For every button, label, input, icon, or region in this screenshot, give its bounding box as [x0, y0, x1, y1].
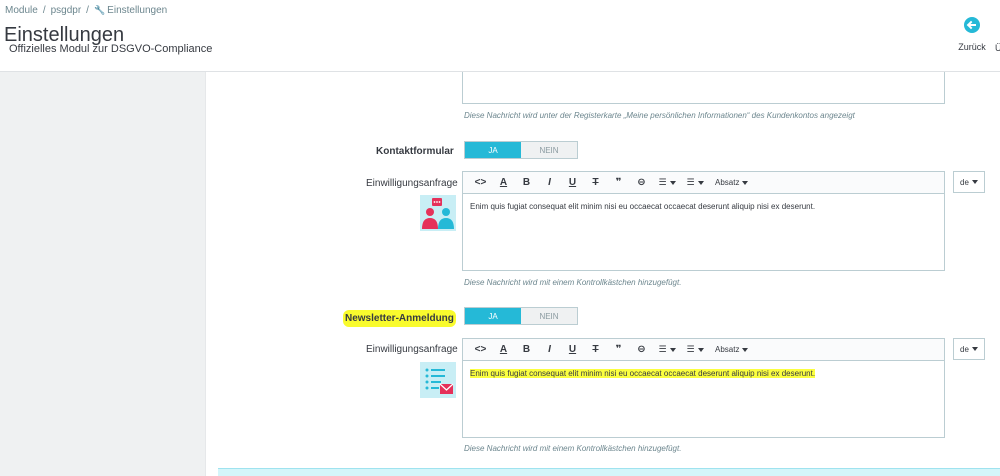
- ordered-list-icon: ☰: [686, 177, 695, 187]
- contact-editor[interactable]: <> A B I U T ❞ ⊖ ☰ ☰ Absatz Enim quis fu…: [462, 171, 945, 271]
- paragraph-format-dropdown[interactable]: Absatz: [715, 178, 749, 187]
- newsletter-language-dropdown[interactable]: de: [953, 338, 985, 360]
- newsletter-editor[interactable]: <> A B I U T ❞ ⊖ ☰ ☰ Absatz Enim quis fu…: [462, 338, 945, 438]
- arrow-left-circle-icon: [964, 17, 980, 33]
- breadcrumb-module[interactable]: Module: [5, 5, 38, 16]
- contact-persons-icon: [420, 195, 456, 231]
- underline-button[interactable]: U: [561, 177, 584, 188]
- underline-button[interactable]: U: [561, 344, 584, 355]
- previous-help-text: Diese Nachricht wird unter der Registerk…: [464, 111, 855, 120]
- font-color-button[interactable]: A: [492, 344, 515, 355]
- strikethrough-button[interactable]: T: [584, 177, 607, 188]
- wrench-icon: 🔧: [93, 5, 106, 15]
- code-view-button[interactable]: <>: [469, 177, 492, 188]
- link-icon[interactable]: ⊖: [630, 177, 653, 188]
- contact-form-label: Kontaktformular: [376, 146, 454, 157]
- info-alert-bar: [218, 468, 1000, 476]
- link-icon[interactable]: ⊖: [630, 344, 653, 355]
- previous-textarea[interactable]: [462, 72, 945, 104]
- ordered-list-button[interactable]: ☰: [681, 177, 709, 188]
- back-button[interactable]: Zurück: [954, 17, 990, 52]
- newsletter-help-text: Diese Nachricht wird mit einem Kontrollk…: [464, 444, 682, 453]
- unordered-list-button[interactable]: ☰: [653, 344, 681, 355]
- newsletter-editor-toolbar: <> A B I U T ❞ ⊖ ☰ ☰ Absatz: [463, 339, 944, 361]
- contact-language-dropdown[interactable]: de: [953, 171, 985, 193]
- contact-consent-label: Einwilligungsanfrage: [366, 178, 458, 189]
- bold-button[interactable]: B: [515, 177, 538, 188]
- page-header: Module / psgdpr / 🔧 Einstellungen Einstellung…: [0, 0, 1000, 72]
- contact-editor-toolbar: <> A B I U T ❞ ⊖ ☰ ☰ Absatz: [463, 172, 944, 194]
- back-button-label: Zurück: [958, 42, 986, 52]
- unordered-list-button[interactable]: ☰: [653, 177, 681, 188]
- quote-button[interactable]: ❞: [607, 344, 630, 355]
- ordered-list-icon: ☰: [686, 344, 695, 354]
- quote-button[interactable]: ❞: [607, 177, 630, 188]
- breadcrumb: Module / psgdpr / 🔧 Einstellungen: [5, 5, 168, 16]
- newsletter-toggle-no[interactable]: NEIN: [521, 308, 577, 324]
- font-color-button[interactable]: A: [492, 177, 515, 188]
- contact-editor-content[interactable]: Enim quis fugiat consequat elit minim ni…: [463, 194, 944, 219]
- newsletter-label: Newsletter-Anmeldung: [343, 310, 456, 327]
- contact-form-toggle[interactable]: JA NEIN: [464, 141, 578, 159]
- newsletter-editor-content[interactable]: Enim quis fugiat consequat elit minim ni…: [463, 361, 944, 386]
- newsletter-toggle[interactable]: JA NEIN: [464, 307, 578, 325]
- code-view-button[interactable]: <>: [469, 344, 492, 355]
- breadcrumb-settings: Einstellungen: [107, 5, 168, 16]
- contact-toggle-no[interactable]: NEIN: [521, 142, 577, 158]
- left-sidebar: [0, 72, 205, 476]
- italic-button[interactable]: I: [538, 177, 561, 188]
- newsletter-mail-list-icon: [420, 362, 456, 398]
- toolbar-cut-label[interactable]: Ü: [995, 43, 1000, 53]
- contact-help-text: Diese Nachricht wird mit einem Kontrollk…: [464, 278, 682, 287]
- ordered-list-button[interactable]: ☰: [681, 344, 709, 355]
- paragraph-format-dropdown[interactable]: Absatz: [715, 345, 749, 354]
- page-subtitle: Offizielles Modul zur DSGVO-Compliance: [9, 43, 213, 55]
- newsletter-toggle-yes[interactable]: JA: [465, 308, 521, 324]
- newsletter-consent-label: Einwilligungsanfrage: [366, 344, 458, 355]
- unordered-list-icon: ☰: [658, 177, 667, 187]
- strikethrough-button[interactable]: T: [584, 344, 607, 355]
- contact-toggle-yes[interactable]: JA: [465, 142, 521, 158]
- breadcrumb-psgdpr[interactable]: psgdpr: [51, 5, 82, 16]
- italic-button[interactable]: I: [538, 344, 561, 355]
- unordered-list-icon: ☰: [658, 344, 667, 354]
- bold-button[interactable]: B: [515, 344, 538, 355]
